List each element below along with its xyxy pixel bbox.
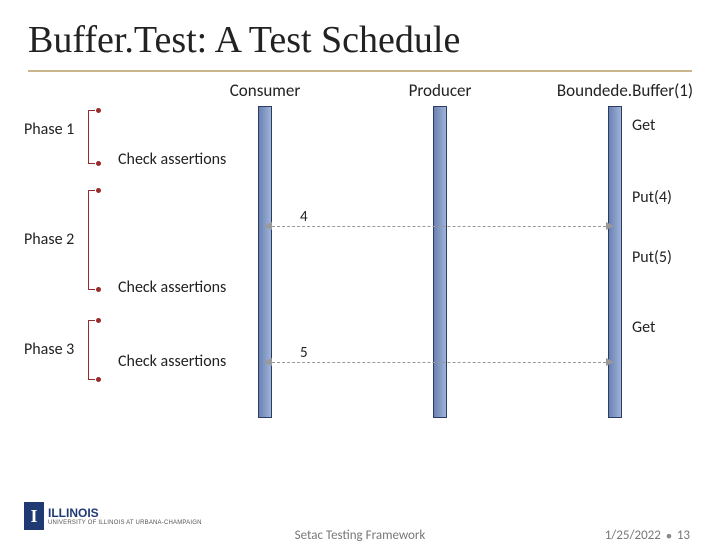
arrowhead-4-right — [606, 222, 614, 230]
lifeline-buffer — [608, 106, 622, 418]
footer-page: 13 — [677, 528, 690, 543]
msg-5: 5 — [300, 344, 308, 362]
phase-2-label: Phase 2 — [24, 230, 74, 249]
footer-bullet-icon: ● — [664, 529, 674, 542]
title-divider — [28, 70, 692, 72]
event-put4: Put(4) — [632, 188, 672, 207]
msg-line-5 — [272, 362, 606, 363]
arrowhead-4-left — [264, 222, 272, 230]
lane-consumer-label: Consumer — [215, 80, 315, 101]
arrowhead-5-right — [606, 358, 614, 366]
event-put5: Put(5) — [632, 248, 672, 267]
lifeline-producer — [433, 106, 447, 418]
sequence-diagram: Consumer Producer Boundede.Buffer(1) Pha… — [0, 80, 720, 440]
msg-line-4 — [272, 226, 606, 227]
logo-block-i: I — [24, 502, 44, 530]
msg-4: 4 — [300, 208, 308, 226]
check-assertions-3: Check assertions — [118, 352, 226, 371]
phase-3-label: Phase 3 — [24, 340, 74, 359]
check-assertions-2: Check assertions — [118, 278, 226, 297]
check-assertions-1: Check assertions — [118, 150, 226, 169]
event-get-1: Get — [632, 116, 655, 135]
phase-1-bracket — [88, 110, 95, 164]
logo-name: ILLINOIS — [48, 506, 99, 520]
footer-center: Setac Testing Framework — [295, 528, 426, 543]
illinois-logo: I ILLINOIS UNIVERSITY OF ILLINOIS AT URB… — [24, 502, 202, 530]
phase-3-bracket — [88, 320, 95, 380]
lane-producer-label: Producer — [390, 80, 490, 101]
page-title: Buffer.Test: A Test Schedule — [0, 0, 720, 62]
arrowhead-5-left — [264, 358, 272, 366]
phase-2-bracket — [88, 190, 95, 290]
lane-buffer-label: Boundede.Buffer(1) — [540, 80, 710, 101]
logo-subtitle: UNIVERSITY OF ILLINOIS AT URBANA-CHAMPAI… — [48, 520, 202, 526]
lifeline-consumer — [258, 106, 272, 418]
footer-date: 1/25/2022 — [605, 528, 661, 543]
phase-1-label: Phase 1 — [24, 120, 74, 139]
footer-right: 1/25/2022 ● 13 — [605, 528, 690, 543]
event-get-2: Get — [632, 318, 655, 337]
